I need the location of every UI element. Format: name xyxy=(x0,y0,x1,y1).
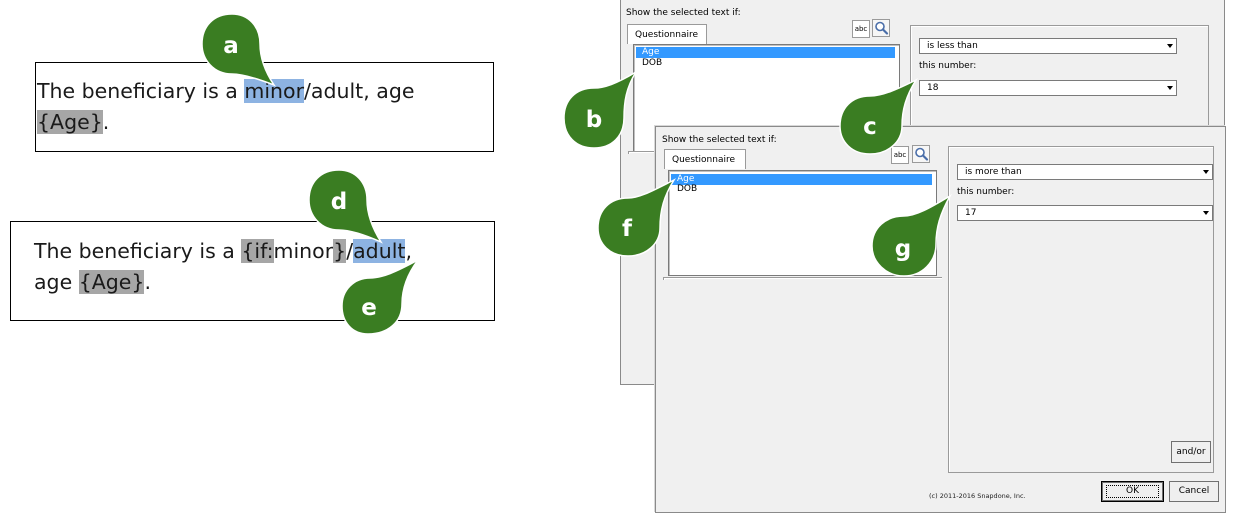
ok-button[interactable]: OK xyxy=(1101,481,1164,502)
and-or-button[interactable]: and/or xyxy=(1171,441,1211,463)
condition-panel: is more than this number: 17 and/or xyxy=(948,146,1214,473)
callout-label: b xyxy=(586,107,602,133)
condition-select[interactable]: is more than xyxy=(957,164,1213,180)
callout-a: a xyxy=(201,13,276,87)
list-item-dob[interactable]: DOB xyxy=(636,58,895,69)
tab-questionnaire[interactable]: Questionnaire xyxy=(627,24,707,44)
number-value: 17 xyxy=(965,208,977,218)
callout-d: d xyxy=(308,169,383,244)
tab-questionnaire[interactable]: Questionnaire xyxy=(664,149,746,169)
callout-label: c xyxy=(863,114,877,140)
list-item-age[interactable]: Age xyxy=(636,47,895,58)
condition-value: is less than xyxy=(927,41,978,51)
search-button[interactable] xyxy=(872,19,890,37)
field-age: {Age} xyxy=(37,110,103,134)
focus-rectangle xyxy=(1106,485,1159,498)
chevron-down-icon xyxy=(1203,211,1209,215)
number-select[interactable]: 17 xyxy=(957,205,1213,221)
magnifier-icon xyxy=(875,21,889,35)
abc-button[interactable]: abc xyxy=(852,20,870,38)
field-age: {Age} xyxy=(78,270,145,294)
chevron-down-icon xyxy=(1167,86,1173,90)
callout-label: d xyxy=(331,189,347,215)
number-value: 18 xyxy=(927,83,939,93)
callout-e: e xyxy=(341,259,419,335)
tab-label: Questionnaire xyxy=(635,30,699,40)
callout-g: g xyxy=(871,193,953,277)
text-segment: /adult, age xyxy=(304,79,415,103)
chevron-down-icon xyxy=(1167,44,1173,48)
dialog-heading: Show the selected text if: xyxy=(626,8,741,18)
text-segment: The beneficiary is a xyxy=(34,239,242,263)
chevron-down-icon xyxy=(1203,170,1209,174)
dialog-heading: Show the selected text if: xyxy=(662,135,777,145)
condition-dialog-front: Show the selected text if: Questionnaire… xyxy=(655,126,1226,513)
callout-f: f xyxy=(597,178,677,257)
text-segment: . xyxy=(102,110,110,134)
condition-select[interactable]: is less than xyxy=(919,38,1177,54)
number-label: this number: xyxy=(919,61,977,71)
condition-value: is more than xyxy=(965,167,1022,177)
text-segment: . xyxy=(144,270,151,294)
callout-label: g xyxy=(895,236,911,262)
callout-c: c xyxy=(839,78,919,155)
callout-label: a xyxy=(223,33,239,59)
number-select[interactable]: 18 xyxy=(919,80,1177,96)
tab-label: Questionnaire xyxy=(672,155,736,165)
callout-label: f xyxy=(622,216,633,242)
example-text-after: The beneficiary is a {if:minor}/adult, a… xyxy=(10,221,495,321)
callout-label: e xyxy=(361,295,377,321)
text-segment: age xyxy=(34,270,79,294)
number-label: this number: xyxy=(957,187,1015,197)
field-if-open: {if: xyxy=(241,239,274,263)
copyright-text: (c) 2011-2016 Snapdone, Inc. xyxy=(929,492,1026,500)
callout-b: b xyxy=(563,71,637,149)
cancel-button[interactable]: Cancel xyxy=(1169,481,1219,502)
